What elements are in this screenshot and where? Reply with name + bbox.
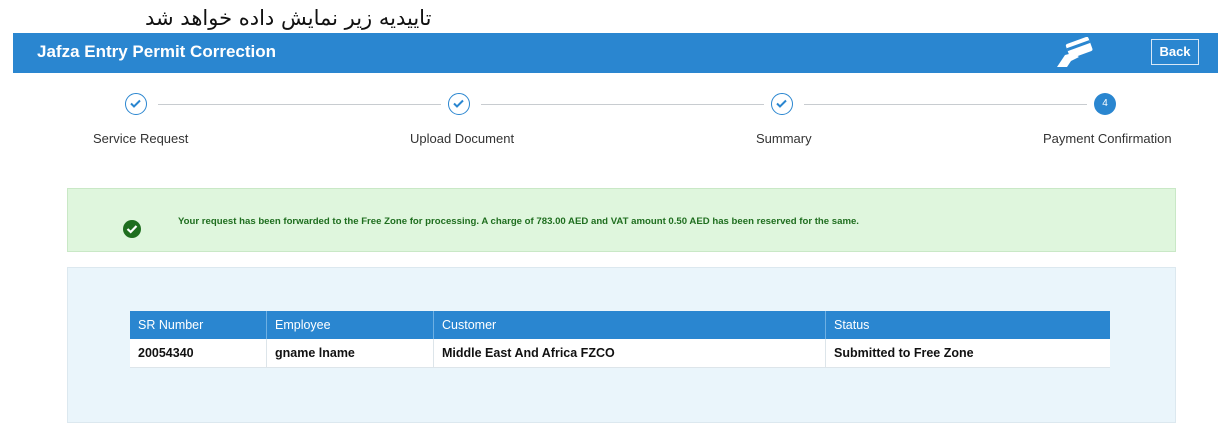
step-label-summary: Summary — [756, 131, 812, 146]
customer-cell: Middle East And Africa FZCO — [433, 339, 826, 368]
step-label-payment-confirmation: Payment Confirmation — [1043, 131, 1172, 146]
step-4-number: 4 — [1094, 93, 1116, 115]
app-title: Jafza Entry Permit Correction — [37, 42, 277, 61]
caption-text: تاییدیه زیر نمایش داده خواهد شد — [145, 6, 432, 30]
card-payment-icon — [1057, 37, 1093, 67]
column-header-employee: Employee — [266, 311, 434, 339]
step-label-service-request: Service Request — [93, 131, 189, 146]
results-panel: SR Number Employee Customer Status 20054… — [67, 267, 1176, 423]
step-2-check-icon — [448, 93, 470, 115]
title-bar: Jafza Entry Permit Correction Back — [13, 33, 1218, 73]
step-connector — [804, 104, 1087, 105]
table-row: 20054340 gname lname Middle East And Afr… — [130, 339, 1110, 368]
step-connector — [481, 104, 764, 105]
step-connector — [158, 104, 441, 105]
column-header-status: Status — [825, 311, 1110, 339]
column-header-customer: Customer — [433, 311, 826, 339]
sr-number-cell: 20054340 — [130, 339, 267, 368]
step-3-check-icon — [771, 93, 793, 115]
back-button[interactable]: Back — [1151, 39, 1199, 65]
step-1-check-icon — [125, 93, 147, 115]
employee-cell: gname lname — [266, 339, 434, 368]
check-circle-icon — [123, 220, 141, 238]
status-cell: Submitted to Free Zone — [825, 339, 1110, 368]
results-table: SR Number Employee Customer Status 20054… — [130, 311, 1110, 368]
success-alert: Your request has been forwarded to the F… — [67, 188, 1176, 252]
alert-message: Your request has been forwarded to the F… — [178, 216, 859, 227]
column-header-sr-number: SR Number — [130, 311, 267, 339]
step-label-upload-document: Upload Document — [410, 131, 515, 146]
